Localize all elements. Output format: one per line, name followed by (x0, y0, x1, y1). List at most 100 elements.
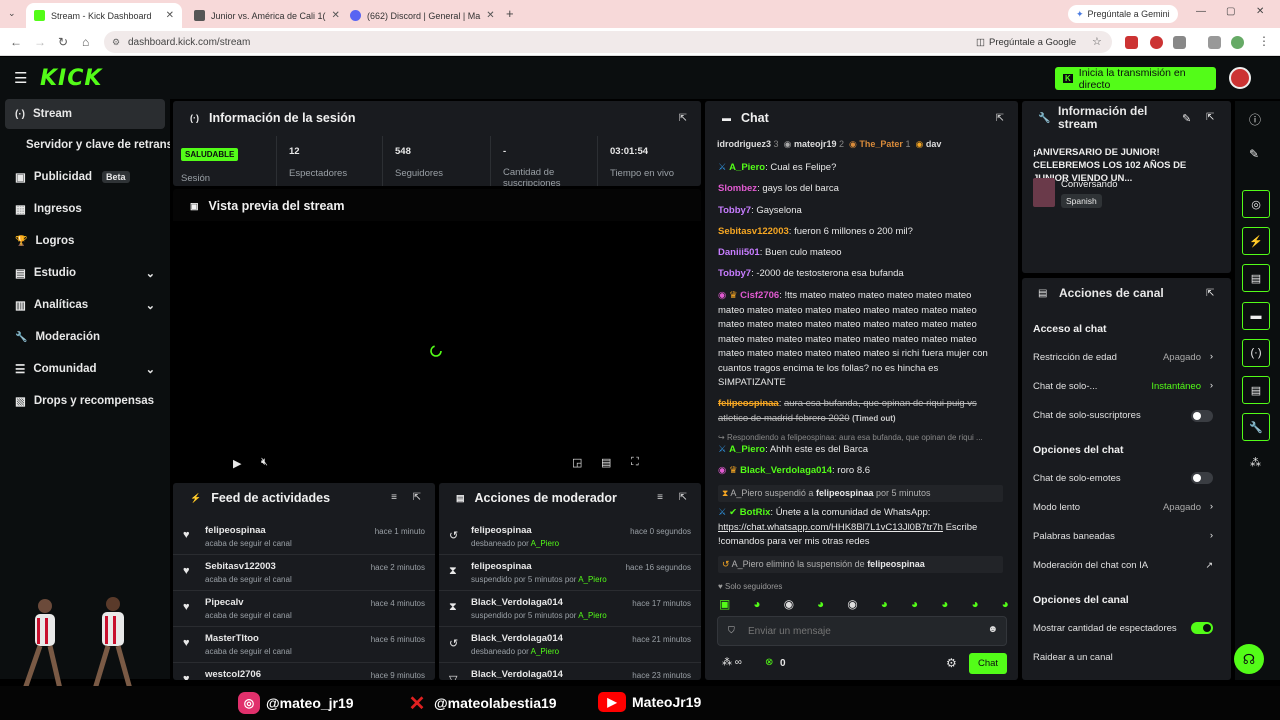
minimize-button[interactable]: — (1196, 6, 1206, 17)
community-icon[interactable]: ⁂ (1250, 456, 1261, 469)
go-live-button[interactable]: K Inicia la transmisión en directo (1055, 67, 1216, 91)
feed-username[interactable]: felipeospinaa (205, 525, 266, 536)
sidebar-item-drops[interactable]: ▧ Drops y recompensas (5, 386, 165, 416)
chevron-right-icon[interactable]: › (1210, 380, 1213, 391)
chevron-right-icon[interactable]: › (1210, 501, 1213, 512)
tab-kick-dashboard[interactable]: Stream - Kick Dashboard ✕ (26, 3, 182, 28)
mod-target[interactable]: Black_Verdolaga014 (471, 633, 563, 644)
chevron-right-icon[interactable]: › (1210, 351, 1213, 362)
sidebar-item-advertising[interactable]: ▣ Publicidad Beta (5, 162, 165, 192)
home-icon[interactable]: ⌂ (82, 35, 89, 49)
emote-icon[interactable]: ◕ (881, 597, 888, 613)
mod-actor[interactable]: A_Piero (531, 647, 559, 656)
site-info-icon[interactable]: ⚙ (112, 37, 120, 48)
emote-icon[interactable]: ▣ (719, 597, 730, 613)
emotes-only-toggle[interactable] (1191, 472, 1213, 484)
top-chatter-name[interactable]: The_Pater (859, 139, 903, 149)
sys-actor[interactable]: A_Piero (732, 559, 764, 569)
chat-username[interactable]: Tobby7 (718, 268, 751, 279)
sys-target[interactable]: felipeospinaa (867, 559, 925, 569)
chat-input-box[interactable]: ⛉ ☻ (717, 616, 1007, 646)
sidebar-item-community[interactable]: ☰ Comunidad ⌄ (5, 354, 165, 384)
sys-target[interactable]: felipeospinaa (816, 488, 874, 498)
popout-icon[interactable]: ⇱ (996, 113, 1004, 124)
maximize-button[interactable]: ▢ (1226, 6, 1235, 17)
avatar[interactable] (1229, 67, 1251, 89)
tab-discord[interactable]: (662) Discord | General | Ma ✕ (342, 3, 498, 28)
send-chat-button[interactable]: Chat (969, 653, 1007, 674)
show-viewers-toggle[interactable] (1191, 622, 1213, 634)
tab-search-icon[interactable]: ⌄ (8, 8, 16, 19)
chat-username[interactable]: BotRix (740, 507, 771, 518)
sys-actor[interactable]: A_Piero (730, 488, 762, 498)
kick-logo[interactable]: KICK (40, 66, 102, 91)
mod-target[interactable]: Black_Verdolaga014 (471, 669, 563, 680)
mod-target[interactable]: Black_Verdolaga014 (471, 597, 563, 608)
video-player[interactable]: ▶ 🔇︎ ◲ ▤ ⛶ (173, 221, 701, 478)
tool-button-panel[interactable]: ▤ (1242, 376, 1270, 404)
back-icon[interactable]: ← (10, 35, 22, 49)
theater-icon[interactable]: ▤ (601, 456, 611, 469)
chat-username[interactable]: felipeospinaa (718, 398, 779, 409)
forward-icon[interactable]: → (34, 35, 46, 49)
chevron-right-icon[interactable]: › (1210, 530, 1213, 541)
chat-username[interactable]: Daniii501 (718, 247, 760, 258)
extension-icon[interactable] (1125, 36, 1138, 49)
emote-icon[interactable]: ◕ (817, 597, 824, 613)
hamburger-menu-icon[interactable]: ☰ (14, 69, 27, 87)
tab-youtube-match[interactable]: Junior vs. América de Cali 1( ✕ (186, 3, 342, 28)
popout-icon[interactable]: ⇱ (679, 113, 687, 124)
emote-icon[interactable]: ◉ (784, 597, 794, 613)
emote-icon[interactable]: ◕ (1002, 597, 1009, 613)
mod-actor[interactable]: A_Piero (531, 539, 559, 548)
emoji-icon[interactable]: ☻ (987, 624, 998, 635)
tool-button-chat[interactable]: ▬ (1242, 302, 1270, 330)
edit-pencil-icon[interactable]: ✎ (1182, 112, 1191, 125)
edit-pencil-icon[interactable]: ✎ (1249, 147, 1259, 161)
new-tab-button[interactable]: + (506, 6, 514, 21)
close-icon[interactable]: ✕ (166, 10, 174, 21)
gemini-button[interactable]: ✦ Pregúntale a Gemini (1068, 5, 1178, 23)
extension-icon[interactable] (1150, 36, 1163, 49)
sidebar-item-studio[interactable]: ▤ Estudio ⌄ (5, 258, 165, 288)
top-chatter-name[interactable]: dav (926, 139, 942, 149)
profile-icon[interactable] (1231, 36, 1244, 49)
tool-button-broadcast[interactable]: (·) (1242, 339, 1270, 367)
ai-moderation-row[interactable]: Moderación del chat con IA (1033, 560, 1221, 571)
tool-button-bolt[interactable]: ⚡ (1242, 227, 1270, 255)
tool-button-target[interactable]: ◎ (1242, 190, 1270, 218)
chat-username[interactable]: Tobby7 (718, 205, 751, 216)
bookmark-star-icon[interactable]: ☆ (1092, 35, 1102, 48)
url-field[interactable]: ⚙ dashboard.kick.com/stream (104, 31, 1112, 53)
category-thumbnail[interactable] (1033, 178, 1055, 207)
mod-target[interactable]: felipeospinaa (471, 561, 532, 572)
external-link-icon[interactable]: ↗ (1205, 560, 1213, 571)
emote-icon[interactable]: ◕ (753, 597, 760, 613)
banned-words-row[interactable]: Palabras baneadas (1033, 531, 1221, 542)
kick-points-icon[interactable]: ⁂ ∞ (722, 657, 742, 668)
chat-username[interactable]: Sebitasv122003 (718, 226, 789, 237)
sidebar-item-income[interactable]: ▦ Ingresos (5, 194, 165, 224)
feed-username[interactable]: Pipecalv (205, 597, 244, 608)
mod-target[interactable]: felipeospinaa (471, 525, 532, 536)
category-name[interactable]: Conversando (1061, 179, 1118, 190)
top-chatter-name[interactable]: idrodriguez3 (717, 139, 771, 149)
chat-input[interactable] (748, 623, 978, 639)
fullscreen-icon[interactable]: ⛶ (631, 456, 639, 469)
emote-icon[interactable]: ◉ (847, 597, 857, 613)
chat-username[interactable]: Black_Verdolaga014 (740, 465, 832, 476)
sidebar-item-server-key[interactable]: Servidor y clave de retransmisión (5, 130, 170, 160)
top-chatter-name[interactable]: mateojr19 (794, 139, 837, 149)
play-button[interactable]: ▶ (233, 457, 241, 470)
filter-icon[interactable]: ≡ (657, 492, 663, 503)
info-icon[interactable]: ⓘ (1249, 111, 1261, 128)
mute-icon[interactable]: 🔇︎ (261, 456, 268, 469)
popout-icon[interactable]: ⇱ (679, 492, 687, 503)
settings-gear-icon[interactable]: ⚙ (946, 656, 957, 670)
mod-actor[interactable]: A_Piero (578, 575, 606, 584)
chat-username[interactable]: A_Piero (729, 162, 765, 173)
popout-icon[interactable]: ⇱ (1206, 288, 1214, 299)
chat-link[interactable]: https://chat.whatsapp.com/HHK8Bl7L1vC13J… (718, 522, 943, 533)
menu-kebab-icon[interactable]: ⋮ (1258, 34, 1270, 48)
feed-username[interactable]: westcol2706 (205, 669, 261, 680)
